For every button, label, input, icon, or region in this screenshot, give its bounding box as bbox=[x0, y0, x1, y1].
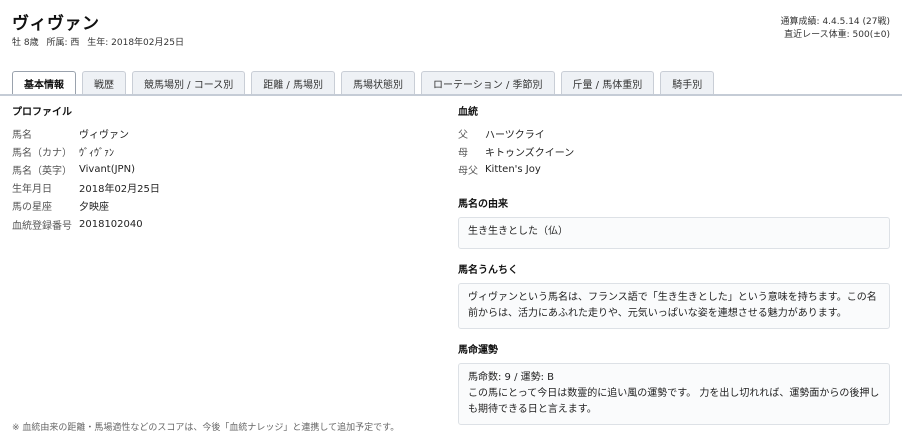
pedigree-row: 父 ハーツクライ bbox=[458, 124, 890, 142]
recent-weight: 直近レース体重: 500(±0) bbox=[784, 30, 890, 40]
tab-weight[interactable]: 斤量 / 馬体重別 bbox=[560, 71, 655, 94]
header-stats: 通算成績: 4.4.5.14 (27戦) 直近レース体重: 500(±0) bbox=[781, 16, 890, 42]
horse-birth: 生年: 2018年02月25日 bbox=[87, 38, 184, 48]
career-record: 通算成績: 4.4.5.14 (27戦) bbox=[780, 17, 890, 27]
origin-text: 生き生きとした（仏） bbox=[468, 225, 568, 237]
horse-meta: 牡 8歳 所属: 西 生年: 2018年02月25日 bbox=[12, 35, 189, 48]
origin-section: 馬名の由来 生き生きとした（仏） bbox=[458, 198, 890, 249]
profile-value: Vivant(JPN) bbox=[79, 163, 135, 175]
fortune-section: 馬命運勢 馬命数: 9 / 運勢: B この馬にとって今日は数霊的に追い風の運勢… bbox=[458, 344, 890, 425]
tab-race-history[interactable]: 戦歴 bbox=[82, 71, 126, 94]
profile-section: プロファイル 馬名 ヴィヴァン 馬名（カナ） ｳﾞｨｳﾞｧﾝ 馬名（英字） Vi… bbox=[12, 106, 432, 233]
profile-label: 馬名（カナ） bbox=[12, 147, 72, 159]
profile-row: 馬名 ヴィヴァン bbox=[12, 124, 432, 142]
trivia-box: ヴィヴァンという馬名は、フランス語で「生き生きとした」という意味を持ちます。この… bbox=[458, 282, 890, 329]
footnote: ※ 血統由来の距離・馬場適性などのスコアは、今後「血統ナレッジ」と連携して追加予… bbox=[12, 423, 400, 433]
pedigree-label: 父 bbox=[458, 129, 468, 141]
profile-row: 血統登録番号 2018102040 bbox=[12, 215, 432, 233]
pedigree-section: 血統 父 ハーツクライ 母 キトゥンズクイーン 母父 Kitten's Joy bbox=[458, 106, 890, 179]
profile-label: 馬の星座 bbox=[12, 202, 52, 214]
right-column: 血統 父 ハーツクライ 母 キトゥンズクイーン 母父 Kitten's Joy … bbox=[458, 106, 890, 425]
profile-row: 馬の星座 夕映座 bbox=[12, 197, 432, 215]
profile-label: 馬名 bbox=[12, 129, 32, 141]
tab-rotation[interactable]: ローテーション / 季節別 bbox=[420, 71, 555, 94]
pedigree-value: Kitten's Joy bbox=[485, 163, 541, 175]
profile-label: 生年月日 bbox=[12, 184, 52, 196]
horse-name: ヴィヴァン bbox=[12, 14, 100, 34]
pedigree-row: 母 キトゥンズクイーン bbox=[458, 142, 890, 160]
trivia-title: 馬名うんちく bbox=[458, 264, 518, 276]
fortune-box: 馬命数: 9 / 運勢: B この馬にとって今日は数霊的に追い風の運勢です。 力… bbox=[458, 362, 890, 425]
horse-stable: 所属: 西 bbox=[46, 38, 80, 48]
profile-label: 血統登録番号 bbox=[12, 220, 72, 232]
trivia-text: ヴィヴァンという馬名は、フランス語で「生き生きとした」という意味を持ちます。この… bbox=[468, 291, 877, 319]
pedigree-value: キトゥンズクイーン bbox=[485, 147, 575, 159]
pedigree-label: 母父 bbox=[458, 165, 478, 177]
tab-basic-info[interactable]: 基本情報 bbox=[12, 71, 76, 95]
pedigree-list: 父 ハーツクライ 母 キトゥンズクイーン 母父 Kitten's Joy bbox=[458, 124, 890, 179]
profile-title: プロファイル bbox=[12, 107, 72, 118]
tab-course[interactable]: 競馬場別 / コース別 bbox=[132, 71, 246, 94]
tab-jockey[interactable]: 騎手別 bbox=[660, 71, 715, 94]
tab-divider bbox=[0, 94, 902, 96]
profile-list: 馬名 ヴィヴァン 馬名（カナ） ｳﾞｨｳﾞｧﾝ 馬名（英字） Vivant(JP… bbox=[12, 124, 432, 233]
profile-value: 2018年02月25日 bbox=[79, 184, 160, 196]
tab-track-condition[interactable]: 馬場状態別 bbox=[340, 71, 415, 94]
fortune-number: 馬命数: 9 / 運勢: B bbox=[468, 371, 555, 383]
pedigree-value: ハーツクライ bbox=[485, 129, 545, 141]
profile-value: ｳﾞｨｳﾞｧﾝ bbox=[79, 147, 114, 159]
profile-row: 馬名（カナ） ｳﾞｨｳﾞｧﾝ bbox=[12, 142, 432, 160]
profile-row: 馬名（英字） Vivant(JPN) bbox=[12, 160, 432, 178]
pedigree-title: 血統 bbox=[458, 107, 478, 118]
origin-title: 馬名の由来 bbox=[458, 198, 508, 210]
tab-bar: 基本情報 戦歴 競馬場別 / コース別 距離 / 馬場別 馬場状態別 ローテーシ… bbox=[12, 71, 720, 95]
profile-row: 生年月日 2018年02月25日 bbox=[12, 179, 432, 197]
horse-header: ヴィヴァン 牡 8歳 所属: 西 生年: 2018年02月25日 通算成績: 4… bbox=[0, 0, 902, 60]
pedigree-row: 母父 Kitten's Joy bbox=[458, 160, 890, 178]
profile-value: ヴィヴァン bbox=[79, 129, 129, 141]
profile-label: 馬名（英字） bbox=[12, 165, 72, 177]
trivia-section: 馬名うんちく ヴィヴァンという馬名は、フランス語で「生き生きとした」という意味を… bbox=[458, 264, 890, 329]
pedigree-label: 母 bbox=[458, 147, 468, 159]
fortune-text: この馬にとって今日は数霊的に追い風の運勢です。 力を出し切れれば、運勢面からの後… bbox=[468, 387, 880, 415]
horse-sex-age: 牡 8歳 bbox=[12, 38, 39, 48]
fortune-title: 馬命運勢 bbox=[458, 344, 498, 356]
profile-value: 夕映座 bbox=[79, 202, 109, 214]
profile-value: 2018102040 bbox=[79, 218, 143, 230]
origin-box: 生き生きとした（仏） bbox=[458, 216, 890, 249]
tab-distance[interactable]: 距離 / 馬場別 bbox=[251, 71, 335, 94]
